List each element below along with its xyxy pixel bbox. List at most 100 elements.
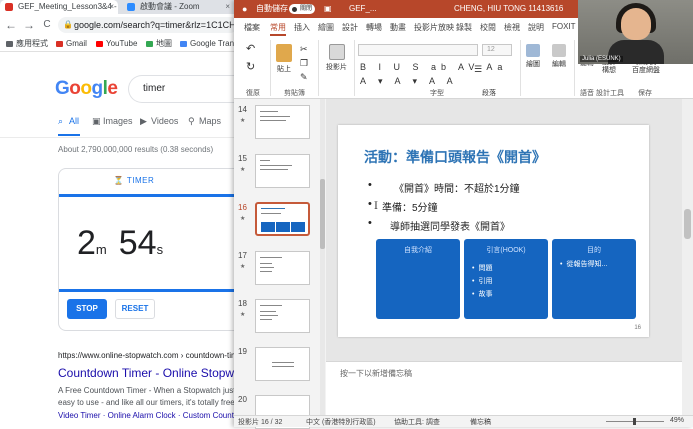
tab-maps[interactable]: ⚲ Maps — [188, 116, 221, 126]
bookmark-youtube[interactable]: YouTube — [96, 37, 137, 51]
copy-button[interactable]: ❐ — [300, 58, 308, 69]
chrome-tab-zoom[interactable]: 啟動會議 - Zoom × — [122, 0, 234, 14]
bookmark-apps[interactable]: 應用程式 — [6, 37, 48, 51]
tab-record[interactable]: 錄製 — [456, 22, 472, 33]
tab-transitions[interactable]: 轉場 — [366, 22, 382, 33]
powerpoint-logo-icon: ● — [242, 4, 248, 14]
content-box-intro[interactable]: 自我介紹 — [376, 239, 460, 319]
drawing-button[interactable]: 繪圖 — [526, 44, 540, 69]
autosave-toggle[interactable]: 關閉 — [289, 4, 315, 14]
bullet-item[interactable]: 《開首》時間：不超於1分鐘 — [368, 179, 520, 199]
undo-button[interactable]: ↶ — [246, 42, 255, 55]
user-name[interactable]: CHENG, HIU TONG 11413616 — [454, 0, 563, 18]
bookmark-maps[interactable]: 地圖 — [146, 37, 172, 51]
language-indicator[interactable]: 中文 (香港特別行政區) — [306, 417, 376, 427]
notes-pane[interactable]: 按一下以新增備忘稿 — [326, 361, 682, 415]
bookmark-gmail[interactable]: Gmail — [56, 37, 87, 51]
video-participant-tile[interactable]: Julia (ESUNK) — [578, 0, 693, 64]
redo-button[interactable]: ↻ — [246, 60, 255, 73]
slide-thumbnail-17[interactable] — [255, 251, 310, 285]
editor-scrollbar[interactable] — [682, 99, 693, 415]
slide-thumbnail-15[interactable] — [255, 154, 310, 188]
search-input[interactable]: timer — [128, 75, 240, 103]
font-color-row[interactable]: A ▾ A ▾ A A — [360, 76, 458, 87]
google-logo[interactable]: Google — [55, 78, 118, 100]
bookmark-translate[interactable]: Google Transl — [180, 37, 240, 51]
forward-icon[interactable]: → — [22, 14, 36, 36]
back-icon[interactable]: ← — [4, 14, 18, 36]
timer-display[interactable]: 2m 54s — [77, 224, 175, 263]
bullet-item[interactable]: 準備：5分鐘 — [368, 198, 520, 218]
notes-toggle[interactable]: 備忘稿 — [470, 417, 491, 427]
paste-button[interactable]: 貼上 — [276, 44, 292, 74]
thumb-line — [260, 305, 282, 306]
tab-review[interactable]: 校閱 — [480, 22, 496, 33]
chrome-tab-meeting[interactable]: GEF_Meeting_Lesson3&4 - st × — [0, 0, 118, 14]
save-icon[interactable]: ▣ — [324, 0, 332, 18]
timer-tab-header[interactable]: ⏳ TIMER — [59, 169, 241, 197]
close-icon[interactable]: × — [109, 0, 114, 14]
file-name[interactable]: GEF_... — [349, 0, 377, 18]
zoom-slider-handle[interactable] — [633, 418, 636, 425]
stop-button[interactable]: STOP — [67, 299, 107, 319]
result-url[interactable]: https://www.online-stopwatch.com › count… — [58, 351, 240, 360]
slide-bullets[interactable]: 《開首》時間：不超於1分鐘 準備：5分鐘 導師抽選同學發表《開首》 — [368, 179, 520, 237]
youtube-icon — [96, 41, 103, 47]
result-sitelinks[interactable]: Video Timer · Online Alarm Clock · Custo… — [58, 411, 240, 420]
thumb-line — [260, 267, 274, 268]
address-bar[interactable]: 🔒 google.com/search?q=timer&rlz=1C1CHW — [58, 17, 238, 33]
address-bar-url: google.com/search?q=timer&rlz=1C1CHW — [74, 20, 238, 30]
group-design-label: 設計工具 — [596, 90, 624, 97]
timer-widget: ⏳ TIMER 2m 54s STOP RESET — [58, 168, 241, 331]
slide-title[interactable]: 活動：準備口頭報告《開首》 — [364, 147, 546, 167]
bullet-item[interactable]: 導師抽選同學發表《開首》 — [368, 217, 520, 237]
snippet-line: A Free Countdown Timer - When a Stopwatc… — [58, 386, 240, 395]
tab-file[interactable]: 檔案 — [244, 22, 260, 33]
thumb-line — [260, 160, 270, 161]
cut-button[interactable]: ✂ — [300, 44, 308, 55]
zoom-slider[interactable] — [606, 418, 664, 425]
editing-button[interactable]: 編輯 — [552, 44, 566, 69]
zoom-level[interactable]: 49% — [670, 417, 684, 424]
tab-slideshow[interactable]: 投影片放映 — [414, 22, 454, 33]
divider — [0, 137, 240, 138]
accessibility-indicator[interactable]: 協助工具: 調查 — [394, 417, 440, 427]
tab-label: All — [69, 116, 80, 126]
scrollbar-thumb[interactable] — [320, 179, 325, 249]
tab-insert[interactable]: 插入 — [294, 22, 310, 33]
slide-thumbnail-16[interactable] — [255, 202, 310, 236]
slide-thumbnail-18[interactable] — [255, 299, 310, 333]
close-icon[interactable]: × — [225, 0, 230, 14]
timer-minutes: 2 — [77, 224, 96, 262]
box-title: 目的 — [587, 247, 601, 254]
font-name-select[interactable] — [358, 44, 478, 56]
slide-thumbnail-14[interactable] — [255, 105, 310, 139]
tab-design[interactable]: 設計 — [342, 22, 358, 33]
tab-images[interactable]: ▣ Images — [92, 116, 133, 126]
reset-button[interactable]: RESET — [115, 299, 155, 319]
star-icon: ★ — [240, 118, 246, 124]
tab-help[interactable]: 說明 — [528, 22, 544, 33]
current-slide[interactable]: 活動：準備口頭報告《開首》 《開首》時間：不超於1分鐘 準備：5分鐘 導師抽選同… — [338, 125, 649, 337]
tab-draw[interactable]: 繪圖 — [318, 22, 334, 33]
font-size-select[interactable]: 12 — [482, 44, 512, 56]
tab-home[interactable]: 常用 — [270, 22, 286, 36]
content-box-purpose[interactable]: 目的 從報告得知... — [552, 239, 636, 319]
participant-face — [621, 8, 651, 40]
star-icon: ★ — [240, 312, 246, 318]
tab-videos[interactable]: ▶ Videos — [140, 116, 178, 126]
thumbnail-scrollbar[interactable] — [320, 99, 325, 415]
result-title-link[interactable]: Countdown Timer - Online Stopwatch — [58, 366, 240, 380]
tab-animations[interactable]: 動畫 — [390, 22, 406, 33]
tab-view[interactable]: 檢視 — [504, 22, 520, 33]
format-painter-button[interactable]: ✎ — [300, 72, 308, 83]
paste-label: 貼上 — [277, 66, 291, 73]
scrollbar-thumb[interactable] — [684, 209, 691, 239]
new-slide-button[interactable]: 投影片 — [326, 44, 347, 72]
slide-thumbnail-19[interactable] — [255, 347, 310, 381]
reload-icon[interactable]: C — [40, 14, 54, 36]
content-box-hook[interactable]: 引言(HOOK) 問題 引用 故事 — [464, 239, 548, 319]
paragraph-button[interactable]: ☰ — [474, 64, 482, 75]
font-format-row[interactable]: B I U S ab AV Aa — [360, 62, 507, 72]
tab-all[interactable]: ⌕ All — [58, 116, 79, 126]
